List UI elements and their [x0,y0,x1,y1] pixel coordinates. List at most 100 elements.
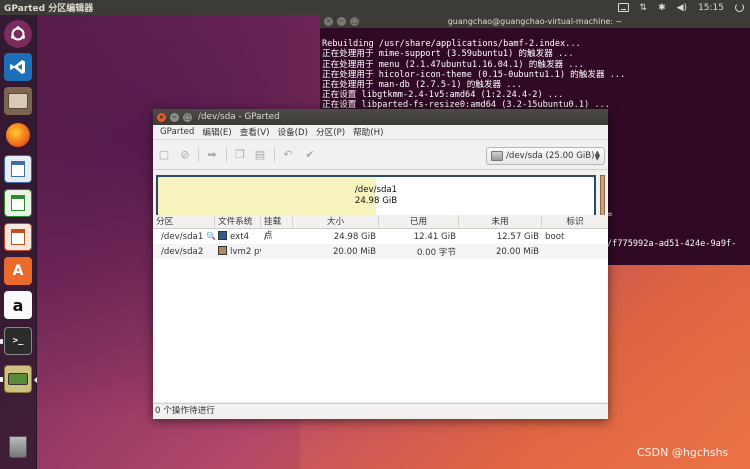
clock[interactable]: 15:15 [698,0,724,15]
terminal-titlebar[interactable]: × − □ guangchao@guangchao-virtual-machin… [320,15,750,28]
menubar: GParted 编辑(E) 查看(V) 设备(D) 分区(P) 帮助(H) [153,125,608,140]
menu-gparted[interactable]: GParted [156,127,198,137]
trash-icon[interactable] [4,433,32,461]
apply-icon[interactable]: ✔ [303,148,317,161]
partition-bar-name: /dev/sda1 [354,185,398,195]
column-header[interactable]: 已用 [379,215,459,228]
partition-bar-sda1[interactable]: /dev/sda1 24.98 GiB [156,175,596,217]
table-empty-area [153,259,608,402]
watermark: CSDN @hgchshs [637,446,729,459]
launcher: A a >_ [0,15,37,469]
volume-icon[interactable]: ◀) [677,0,687,15]
table-header: 分区 文件系统 挂载点 大小 已用 未用 标识 [153,215,608,241]
terminal-line: 正在处理用于 mime-support (3.59ubuntu1) 的触发器 .… [322,49,574,60]
column-header[interactable]: 挂载点 [261,215,293,241]
gparted-icon[interactable] [4,365,32,393]
used: 0.00 字节 [416,247,456,258]
top-panel: GParted 分区编辑器 ⇅ ✱ ◀) 15:15 [0,0,750,15]
size: 24.98 GiB [333,231,376,242]
menu-help[interactable]: 帮助(H) [349,126,387,138]
unused: 12.57 GiB [496,231,539,242]
close-icon[interactable]: × [157,112,166,122]
indicator-area: ⇅ ✱ ◀) 15:15 [617,0,744,15]
terminal-line: 正在设置 libgtkmm-2.4-1v5:amd64 (1:2.24.4-2)… [322,90,564,101]
terminal-line: 正在处理用于 man-db (2.7.5-1) 的触发器 ... [322,80,522,91]
terminal-title: guangchao@guangchao-virtual-machine: ~ [447,17,623,26]
menu-edit[interactable]: 编辑(E) [198,126,235,138]
column-header[interactable]: 标识 [542,215,608,228]
vscode-icon[interactable] [4,53,32,81]
resize-move-icon[interactable]: ➡ [205,148,219,161]
updown-arrow-icon: ▲ ▼ [594,149,600,162]
terminal-fragment: /f775992a-ad51-424e-9a9f- [607,239,737,249]
toolbar-separator [226,148,227,162]
table-row[interactable]: /dev/sda2 lvm2 pv 20.00 MiB 0.00 字节 20.0… [153,244,608,259]
filesystem: ext4 [230,232,250,242]
paste-icon[interactable]: ▤ [253,148,267,161]
terminal-line: 正在处理用于 hicolor-icon-theme (0.15-0ubuntu1… [322,69,626,80]
table-row[interactable]: /dev/sda1 🔍 ext4 / 24.98 GiB 12.41 GiB 12… [153,229,608,244]
gparted-focus-indicator [34,377,37,383]
partition-name: /dev/sda1 [161,231,204,242]
menu-partition[interactable]: 分区(P) [312,126,349,138]
partition-bar-size: 24.98 GiB [354,196,398,206]
undo-icon[interactable]: ↶ [281,148,295,161]
keyboard-icon[interactable] [617,0,629,15]
lock-icon: 🔍 [206,231,215,242]
active-window-title: GParted 分区编辑器 [4,4,94,14]
libreoffice-writer-icon[interactable] [4,155,32,183]
partition-cell: /dev/sda1 🔍 [153,232,215,242]
filesystem-cell: ext4 [215,231,261,242]
column-header[interactable]: 文件系统 [215,215,261,228]
libreoffice-calc-icon[interactable] [4,189,32,217]
partition-name: /dev/sda2 [161,246,204,257]
partition-table: 分区 文件系统 挂载点 大小 已用 未用 标识 /dev/sda1 🔍 ext4 … [153,215,608,259]
terminal-line: 正在处理用于 menu (2.1.47ubuntu1.16.04.1) 的触发器… [322,59,584,70]
used: 12.41 GiB [413,231,456,242]
maximize-icon[interactable]: □ [183,112,192,122]
unused: 20.00 MiB [495,246,539,257]
toolbar-separator [198,148,199,162]
fs-color-swatch [218,246,227,255]
column-header[interactable]: 分区 [153,215,215,228]
terminal-line: Rebuilding /usr/share/applications/bamf-… [322,39,581,50]
network-icon[interactable]: ⇅ [640,0,648,15]
gparted-window[interactable]: × − □ /dev/sda - GParted GParted 编辑(E) 查… [153,109,608,419]
power-icon[interactable] [735,0,744,15]
terminal-icon[interactable]: >_ [4,327,32,355]
window-title: /dev/sda - GParted [198,112,280,122]
amazon-icon[interactable]: a [4,291,32,319]
libreoffice-impress-icon[interactable] [4,223,32,251]
toolbar-separator [274,148,275,162]
column-header[interactable]: 未用 [459,215,542,228]
delete-partition-icon[interactable]: ⊘ [178,148,192,161]
new-partition-icon[interactable]: ▢ [157,148,171,161]
copy-icon[interactable]: ❐ [233,148,247,161]
column-header[interactable]: 大小 [293,215,379,228]
size: 20.00 MiB [332,246,376,257]
mountpoint: / [264,231,267,242]
disk-graphic: /dev/sda1 24.98 GiB [153,170,608,220]
filesystem: lvm2 pv [230,247,261,257]
terminal-running-indicator [0,339,3,344]
firefox-icon[interactable] [4,121,32,149]
ubuntu-dash-icon[interactable] [4,20,32,48]
partition-bar-sda2[interactable] [600,175,605,217]
gparted-titlebar[interactable]: × − □ /dev/sda - GParted [153,109,608,125]
harddisk-icon [491,151,503,161]
partition-cell: /dev/sda2 [153,247,215,257]
status-bar: 0 个操作待进行 [153,403,608,419]
filesystem-cell: lvm2 pv [215,246,261,257]
flags: boot [545,231,565,242]
gparted-running-indicator [0,377,3,382]
menu-view[interactable]: 查看(V) [236,126,274,138]
device-selector[interactable]: /dev/sda (25.00 GiB) ▲ ▼ [486,147,605,165]
menu-device[interactable]: 设备(D) [273,126,312,138]
fs-color-swatch [218,231,227,240]
software-center-icon[interactable]: A [4,257,32,285]
bluetooth-icon[interactable]: ✱ [658,0,666,15]
device-selector-label: /dev/sda (25.00 GiB) [506,151,595,161]
toolbar: ▢ ⊘ ➡ ❐ ▤ ↶ ✔ /dev/sda (25.00 GiB) ▲ ▼ [153,140,608,170]
minimize-icon[interactable]: − [170,112,179,122]
files-icon[interactable] [4,87,32,115]
